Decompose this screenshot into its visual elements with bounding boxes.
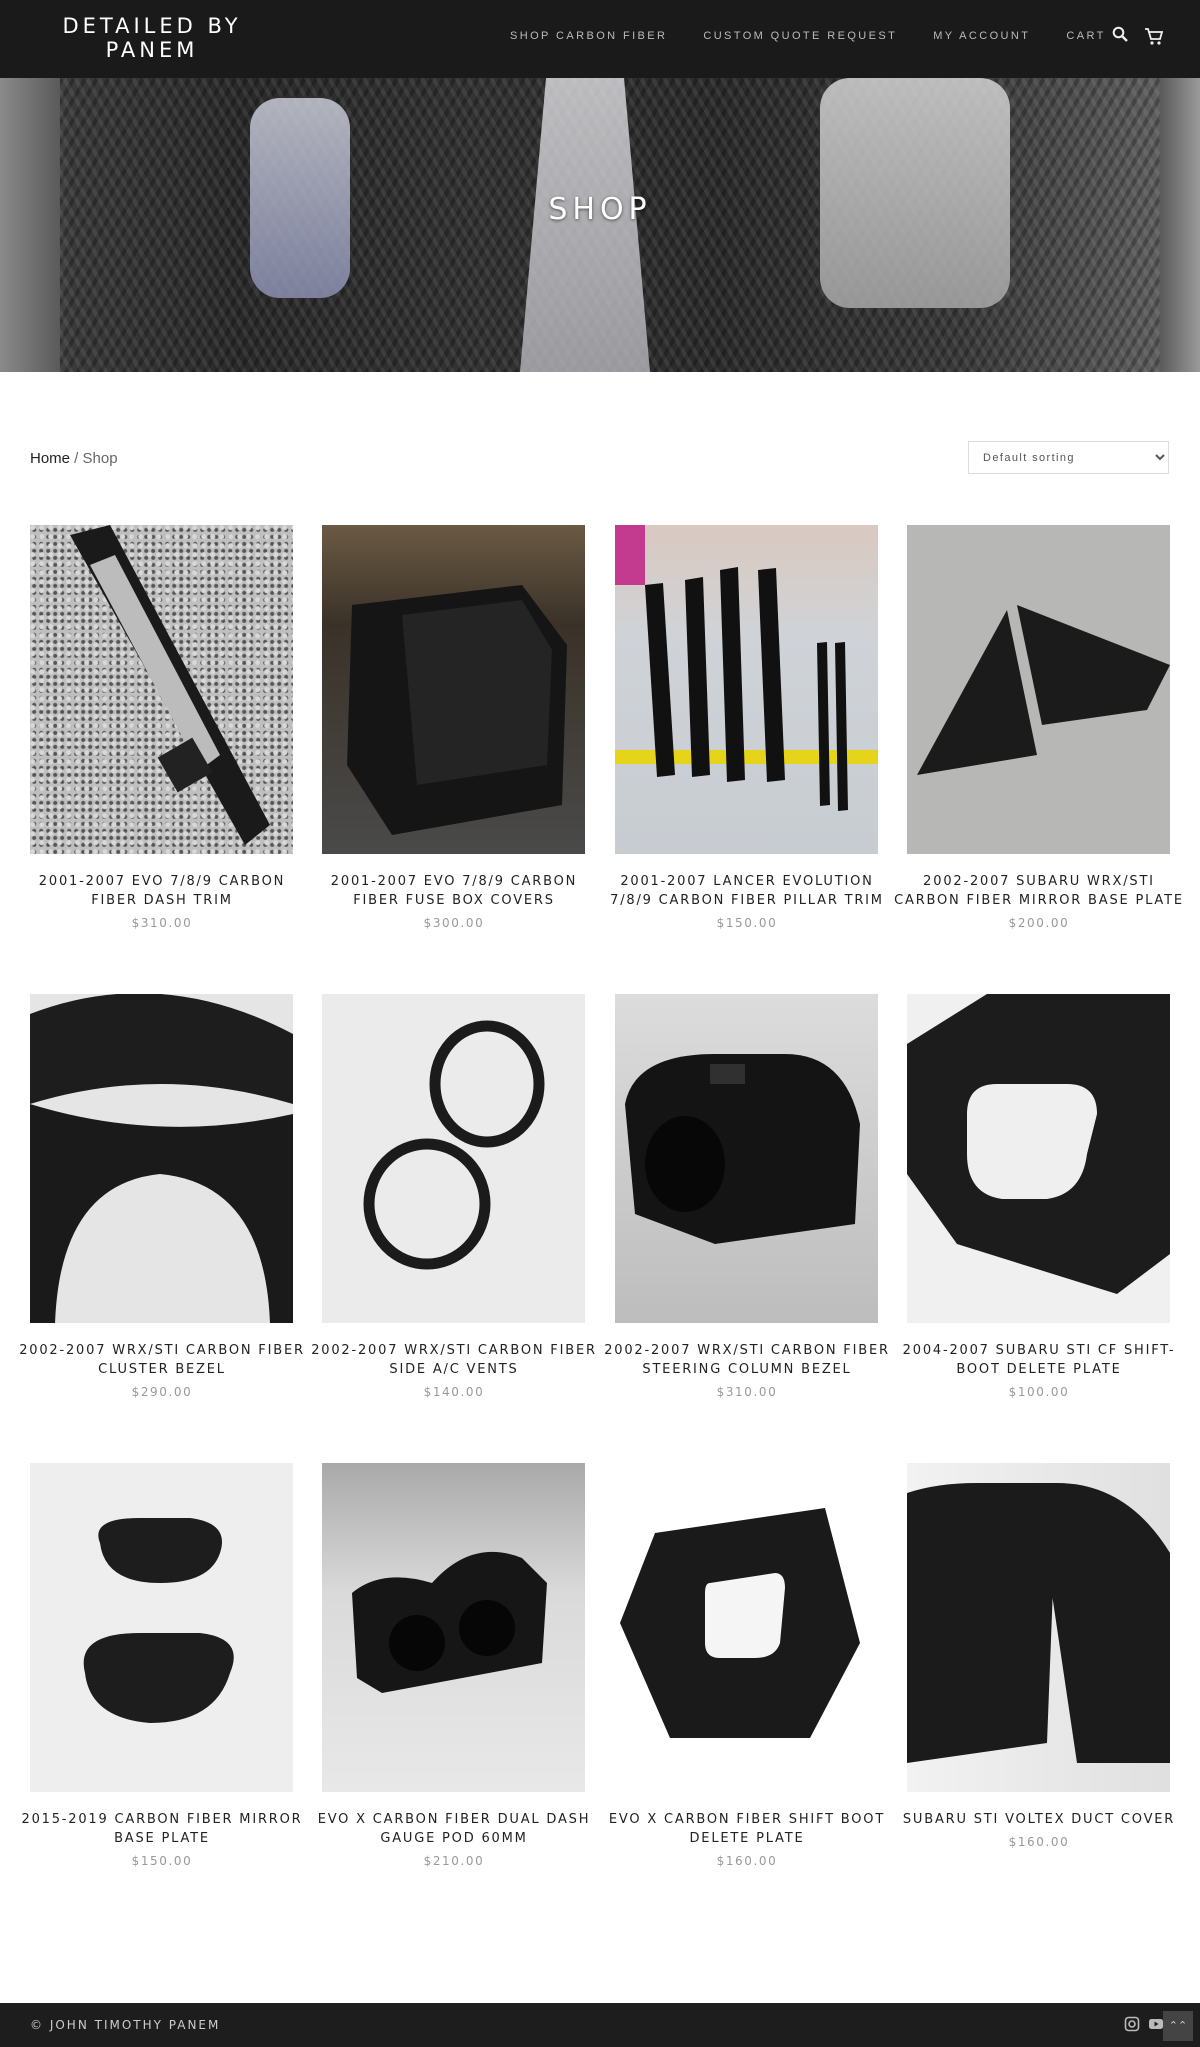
- product-name[interactable]: EVO X CARBON FIBER DUAL DASH GAUGE POD 6…: [306, 1810, 602, 1848]
- instagram-icon[interactable]: [1124, 2016, 1140, 2032]
- product-price: $290.00: [131, 1385, 193, 1399]
- product-price: $210.00: [423, 1854, 485, 1868]
- product-name[interactable]: 2001-2007 LANCER EVOLUTION 7/8/9 CARBON …: [599, 872, 895, 910]
- product-image[interactable]: [322, 525, 585, 854]
- page-title: SHOP: [548, 192, 652, 227]
- product-image[interactable]: [615, 1463, 878, 1792]
- product-image[interactable]: [907, 525, 1170, 854]
- product-name[interactable]: 2001-2007 EVO 7/8/9 CARBON FIBER FUSE BO…: [306, 872, 602, 910]
- main-nav: SHOP CARBON FIBER CUSTOM QUOTE REQUEST M…: [510, 30, 1142, 42]
- search-icon[interactable]: [1112, 26, 1128, 42]
- product-name[interactable]: 2004-2007 SUBARU STI CF SHIFT-BOOT DELET…: [891, 1341, 1187, 1379]
- product-name[interactable]: 2002-2007 WRX/STI CARBON FIBER CLUSTER B…: [14, 1341, 310, 1379]
- product-card[interactable]: 2001-2007 EVO 7/8/9 CARBON FIBER DASH TR…: [30, 525, 294, 930]
- back-to-top-button[interactable]: ⌃⌃: [1163, 2011, 1193, 2041]
- site-footer: © JOHN TIMOTHY PANEM: [0, 2003, 1200, 2047]
- product-price: $100.00: [1008, 1385, 1070, 1399]
- product-price: $310.00: [716, 1385, 778, 1399]
- product-name[interactable]: 2001-2007 EVO 7/8/9 CARBON FIBER DASH TR…: [14, 872, 310, 910]
- product-card[interactable]: 2004-2007 SUBARU STI CF SHIFT-BOOT DELET…: [903, 994, 1174, 1399]
- product-image[interactable]: [30, 994, 293, 1323]
- product-image[interactable]: [322, 994, 585, 1323]
- site-header: DETAILED BY PANEM SHOP CARBON FIBER CUST…: [0, 0, 1200, 78]
- chevron-up-icon: ⌃⌃: [1168, 2020, 1188, 2032]
- product-price: $160.00: [1008, 1835, 1070, 1849]
- product-price: $200.00: [1008, 916, 1070, 930]
- nav-my-account[interactable]: MY ACCOUNT: [933, 30, 1030, 42]
- product-price: $140.00: [423, 1385, 485, 1399]
- product-card[interactable]: 2002-2007 WRX/STI CARBON FIBER CLUSTER B…: [19, 994, 303, 1399]
- site-logo[interactable]: DETAILED BY PANEM: [52, 14, 252, 62]
- product-card[interactable]: SUBARU STI VOLTEX DUCT COVER $160.00: [903, 1463, 1173, 1849]
- product-name[interactable]: 2015-2019 CARBON FIBER MIRROR BASE PLATE: [14, 1810, 310, 1848]
- breadcrumb-separator: /: [70, 450, 83, 467]
- nav-custom-quote-request[interactable]: CUSTOM QUOTE REQUEST: [703, 30, 897, 42]
- product-price: $150.00: [131, 1854, 193, 1868]
- product-image[interactable]: [907, 1463, 1170, 1792]
- product-name[interactable]: EVO X CARBON FIBER SHIFT BOOT DELETE PLA…: [599, 1810, 895, 1848]
- product-card[interactable]: 2015-2019 CARBON FIBER MIRROR BASE PLATE…: [22, 1463, 301, 1868]
- breadcrumb-home[interactable]: Home: [30, 450, 70, 467]
- cart-icon[interactable]: [1144, 26, 1166, 48]
- breadcrumb-current: Shop: [82, 450, 118, 467]
- sort-select[interactable]: Default sorting: [968, 441, 1169, 474]
- product-name[interactable]: 2002-2007 SUBARU WRX/STI CARBON FIBER MI…: [891, 872, 1187, 910]
- breadcrumb: Home / Shop: [30, 450, 118, 467]
- nav-cart[interactable]: CART: [1066, 30, 1105, 42]
- product-image[interactable]: [30, 525, 293, 854]
- product-image[interactable]: [322, 1463, 585, 1792]
- product-name[interactable]: SUBARU STI VOLTEX DUCT COVER: [891, 1810, 1187, 1829]
- product-price: $150.00: [716, 916, 778, 930]
- nav-shop-carbon-fiber[interactable]: SHOP CARBON FIBER: [510, 30, 667, 42]
- product-card[interactable]: 2002-2007 WRX/STI CARBON FIBER STEERING …: [604, 994, 888, 1399]
- product-image[interactable]: [30, 1463, 293, 1792]
- product-price: $300.00: [423, 916, 485, 930]
- footer-copyright: © JOHN TIMOTHY PANEM: [30, 2018, 221, 2032]
- product-image[interactable]: [615, 525, 878, 854]
- product-name[interactable]: 2002-2007 WRX/STI CARBON FIBER STEERING …: [599, 1341, 895, 1379]
- product-name[interactable]: 2002-2007 WRX/STI CARBON FIBER SIDE A/C …: [306, 1341, 602, 1379]
- youtube-icon[interactable]: [1148, 2016, 1164, 2032]
- product-card[interactable]: 2002-2007 SUBARU WRX/STI CARBON FIBER MI…: [894, 525, 1182, 930]
- product-card[interactable]: 2001-2007 LANCER EVOLUTION 7/8/9 CARBON …: [610, 525, 882, 930]
- product-card[interactable]: EVO X CARBON FIBER SHIFT BOOT DELETE PLA…: [609, 1463, 883, 1868]
- product-card[interactable]: 2001-2007 EVO 7/8/9 CARBON FIBER FUSE BO…: [322, 525, 586, 930]
- product-card[interactable]: 2002-2007 WRX/STI CARBON FIBER SIDE A/C …: [311, 994, 595, 1399]
- product-price: $160.00: [716, 1854, 778, 1868]
- hero-banner: SHOP: [0, 78, 1200, 372]
- product-image[interactable]: [907, 994, 1170, 1323]
- product-card[interactable]: EVO X CARBON FIBER DUAL DASH GAUGE POD 6…: [318, 1463, 588, 1868]
- product-image[interactable]: [615, 994, 878, 1323]
- product-price: $310.00: [131, 916, 193, 930]
